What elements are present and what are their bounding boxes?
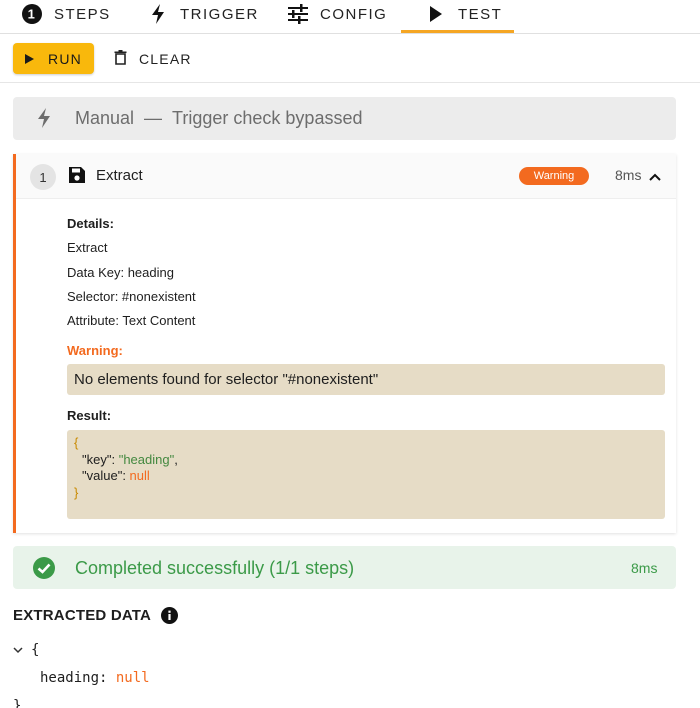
detail-line: Extract — [67, 240, 108, 256]
result-heading: Result: — [67, 408, 112, 423]
json-line-key: "key": "heading", — [82, 451, 178, 467]
tab-steps[interactable]: 1 STEPS — [20, 0, 111, 34]
warning-heading: Warning: — [67, 343, 123, 358]
tab-bar: 1 STEPS TRIGGER CONFIG TEST — [0, 0, 700, 34]
tab-test-label: TEST — [458, 5, 503, 23]
sliders-icon — [286, 2, 310, 26]
chevron-up-icon[interactable] — [649, 169, 661, 187]
json-key: "value" — [82, 468, 123, 483]
trigger-separator: — — [144, 108, 163, 128]
completion-banner: Completed successfully (1/1 steps) 8ms — [13, 546, 676, 589]
step-header[interactable]: 1 Extract Warning 8ms — [16, 154, 676, 199]
json-null-value: null — [129, 468, 150, 483]
details-heading: Details: — [67, 216, 114, 231]
json-tree-close-brace: } — [13, 698, 22, 708]
step-details: Details: Extract Data Key: heading Selec… — [67, 212, 196, 333]
bolt-icon — [146, 2, 170, 26]
chevron-down-icon[interactable] — [13, 642, 23, 658]
play-icon — [424, 2, 448, 26]
json-tree-open-brace: { — [31, 642, 40, 658]
json-line-value: "value": null — [82, 468, 150, 483]
trigger-label: Manual — [75, 108, 135, 128]
trigger-status: Manual — Trigger check bypassed — [75, 108, 362, 129]
tab-test[interactable]: TEST — [424, 0, 502, 34]
json-tree-entry: heading: null — [40, 670, 150, 686]
warning-badge: Warning — [519, 167, 589, 185]
tab-steps-label: STEPS — [54, 5, 111, 23]
result-json: { "key": "heading", "value": null } — [67, 430, 665, 519]
bolt-icon — [35, 107, 53, 134]
active-tab-indicator — [401, 30, 514, 33]
trigger-banner: Manual — Trigger check bypassed — [13, 97, 676, 140]
save-icon — [68, 166, 86, 189]
detail-line: Data Key: heading — [67, 264, 174, 280]
json-tree-null-value: null — [115, 670, 150, 686]
toolbar: RUN CLEAR — [0, 34, 700, 83]
number-one-circle-icon: 1 — [20, 2, 44, 26]
step-title: Extract — [96, 167, 143, 184]
extracted-data-title: EXTRACTED DATA — [13, 607, 179, 624]
clear-button-label: CLEAR — [139, 50, 192, 67]
tab-trigger[interactable]: TRIGGER — [146, 0, 259, 34]
json-close-brace: } — [74, 484, 79, 500]
play-icon — [25, 51, 35, 67]
step-card: 1 Extract Warning 8ms Details: Extract D… — [13, 154, 676, 533]
trash-icon — [114, 49, 127, 68]
json-key: "key" — [82, 451, 112, 467]
trigger-message: Trigger check bypassed — [172, 108, 363, 128]
completion-message: Completed successfully (1/1 steps) — [75, 558, 355, 578]
json-tree-key: heading — [40, 670, 100, 686]
step-duration: 8ms — [615, 167, 642, 183]
json-string-value: "heading" — [118, 451, 175, 467]
detail-line: Attribute: Text Content — [67, 313, 196, 329]
tab-config[interactable]: CONFIG — [286, 0, 387, 34]
run-button[interactable]: RUN — [13, 43, 94, 74]
svg-text:1: 1 — [28, 7, 37, 22]
extracted-data-heading: EXTRACTED DATA — [13, 607, 152, 624]
tab-trigger-label: TRIGGER — [180, 5, 259, 23]
json-tree-root[interactable]: { — [13, 642, 39, 658]
check-circle-icon — [32, 556, 56, 585]
info-icon[interactable] — [161, 607, 179, 624]
tab-config-label: CONFIG — [320, 5, 388, 23]
detail-line: Selector: #nonexistent — [67, 288, 196, 304]
warning-message: No elements found for selector "#nonexis… — [67, 364, 665, 395]
clear-button[interactable]: CLEAR — [108, 43, 198, 74]
run-button-label: RUN — [48, 50, 82, 67]
json-open-brace: { — [74, 435, 79, 450]
step-number: 1 — [30, 164, 56, 190]
completion-duration: 8ms — [631, 560, 658, 576]
